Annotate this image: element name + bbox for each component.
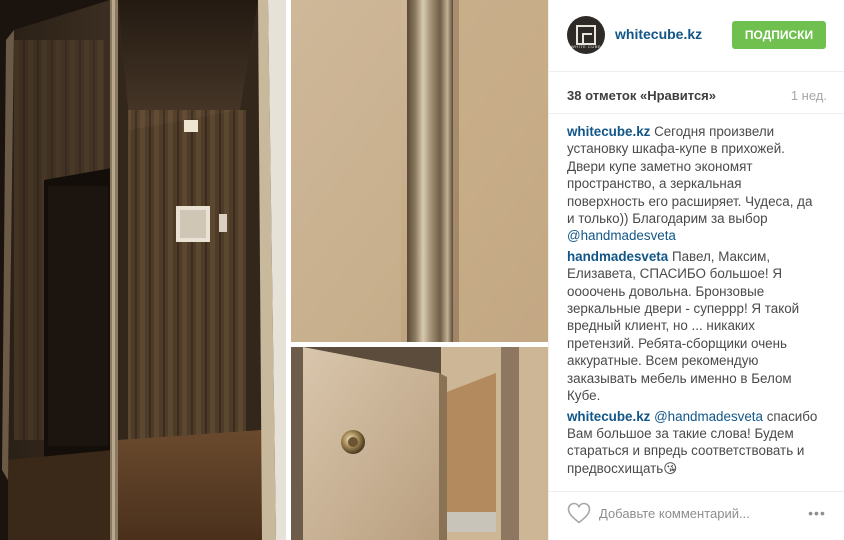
author-username-link[interactable]: whitecube.kz	[615, 26, 702, 42]
comment-item: whitecube.kz @handmadesveta спасибо Вам …	[567, 408, 819, 478]
comment-text: Павел, Максим, Елизавета, СПАСИБО большо…	[567, 248, 800, 404]
comments-list[interactable]: whitecube.kz Сегодня произвели установку…	[549, 113, 844, 491]
comment-mention-link[interactable]: @handmadesveta	[654, 409, 763, 424]
comment-caption: whitecube.kz Сегодня произвели установку…	[567, 123, 819, 245]
comment-username-link[interactable]: handmadesveta	[567, 249, 668, 264]
follow-button[interactable]: ПОДПИСКИ	[732, 21, 826, 49]
comment-username-link[interactable]: whitecube.kz	[567, 409, 650, 424]
logo-icon	[576, 25, 596, 45]
photo-wardrobe-mirror-doors	[0, 0, 286, 540]
comment-mention-link[interactable]: @handmadesveta	[567, 228, 676, 243]
photo-door-profile-closeup	[291, 0, 548, 342]
comment-item: handmadesveta Павел, Максим, Елизавета, …	[567, 248, 819, 405]
post-header: WHITE CUBE whitecube.kz ПОДПИСКИ	[549, 0, 844, 72]
avatar[interactable]: WHITE CUBE	[567, 16, 605, 54]
comment-username-link[interactable]: whitecube.kz	[567, 124, 650, 139]
post-stats: 38 отметок «Нравится» 1 нед.	[567, 88, 827, 108]
heart-outline-icon[interactable]	[567, 502, 591, 524]
post-timestamp[interactable]: 1 нед.	[791, 88, 827, 103]
comment-text: Сегодня произвели установку шкафа-купе в…	[567, 124, 813, 227]
post-sidebar: WHITE CUBE whitecube.kz ПОДПИСКИ 38 отме…	[548, 0, 844, 540]
post-actions: •••	[549, 491, 844, 540]
instagram-post: WHITE CUBE whitecube.kz ПОДПИСКИ 38 отме…	[0, 0, 844, 540]
post-photo[interactable]	[0, 0, 548, 540]
photo-drawer-knob	[291, 347, 548, 540]
ellipsis-icon[interactable]: •••	[805, 501, 829, 525]
likes-count-link[interactable]: 38 отметок «Нравится»	[567, 88, 716, 103]
avatar-logo-text: WHITE CUBE	[570, 44, 602, 49]
add-comment-input[interactable]	[599, 502, 799, 524]
